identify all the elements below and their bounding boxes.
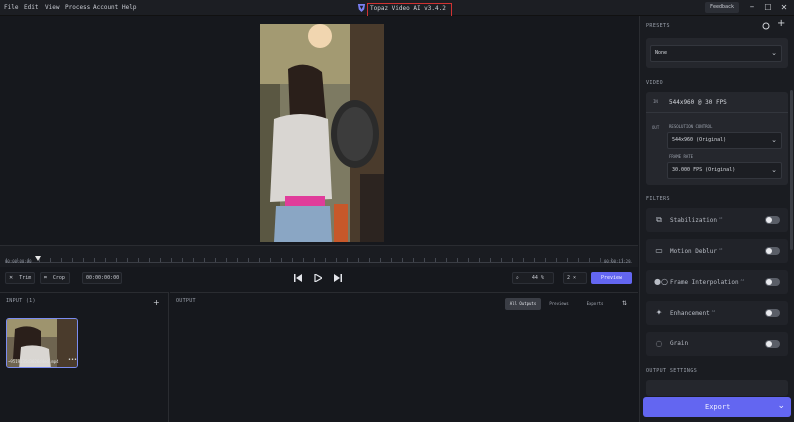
- more-options-icon[interactable]: •••: [68, 357, 77, 363]
- tab-exports[interactable]: Exports: [579, 298, 611, 310]
- grain-toggle[interactable]: [765, 340, 780, 348]
- stabilization-icon: ⧉: [656, 215, 662, 224]
- video-title: VIDEO: [646, 80, 664, 86]
- add-input-button[interactable]: +: [153, 298, 160, 307]
- timeline-start-time: 00:00:00:00: [5, 259, 32, 264]
- playhead-handle[interactable]: [35, 256, 41, 261]
- zoom-select[interactable]: ⌕ 44 %: [512, 272, 554, 284]
- minimize-button[interactable]: –: [745, 1, 759, 14]
- output-settings-title: OUTPUT SETTINGS: [646, 368, 698, 374]
- reset-icon[interactable]: [762, 22, 770, 30]
- menu-process[interactable]: Process: [65, 4, 90, 11]
- export-label: Export: [705, 403, 731, 411]
- timecode-field[interactable]: 00:00:00:00: [82, 272, 122, 284]
- enhancement-icon: ✦: [655, 308, 663, 317]
- app-title: Topaz Video AI v3.4.2: [370, 5, 446, 12]
- presets-title: PRESETS: [646, 23, 670, 29]
- filter-grain[interactable]: ◌ Grain: [646, 332, 788, 356]
- feedback-button[interactable]: Feedback: [705, 2, 739, 13]
- chevron-down-icon: ⌄: [771, 136, 777, 144]
- frame-rate-value: 30.000 FPS (Original): [672, 167, 736, 173]
- preset-select[interactable]: None ⌄: [650, 45, 782, 62]
- trim-button[interactable]: ✕ Trim: [5, 272, 35, 284]
- output-title: OUTPUT: [176, 298, 196, 304]
- out-badge: OUT: [652, 125, 660, 130]
- ai-badge: AI: [711, 309, 716, 313]
- frame-interpolation-icon: ●○: [654, 277, 668, 286]
- timeline-track[interactable]: [6, 262, 632, 263]
- play-icon[interactable]: [314, 274, 322, 282]
- sort-icon[interactable]: ⇅: [622, 300, 627, 307]
- filter-label: Stabilization AI: [670, 216, 723, 224]
- trim-label: Trim: [19, 275, 32, 281]
- speed-select[interactable]: 2 ×: [563, 272, 587, 284]
- video-preview[interactable]: [260, 24, 384, 242]
- filter-stabilization[interactable]: ⧉ Stabilization AI: [646, 208, 788, 232]
- tab-previews[interactable]: Previews: [543, 298, 575, 310]
- filter-name: Enhancement: [670, 310, 710, 317]
- preview-button[interactable]: Preview: [591, 272, 632, 284]
- filters-title: FILTERS: [646, 196, 670, 202]
- divider: [646, 112, 788, 113]
- ai-badge: AI: [718, 247, 723, 251]
- video-frame-image: [260, 24, 384, 242]
- enhancement-toggle[interactable]: [765, 309, 780, 317]
- resolution-control-label: RESOLUTION CONTROL: [669, 124, 713, 129]
- settings-scrollbar[interactable]: [790, 90, 793, 250]
- export-button[interactable]: Export ⌄: [643, 397, 791, 417]
- chevron-down-icon[interactable]: ⌄: [777, 396, 785, 416]
- crop-button[interactable]: ⌗ Crop: [40, 272, 70, 284]
- previous-frame-icon[interactable]: [294, 274, 302, 282]
- app-logo-icon: [357, 3, 366, 13]
- input-title: INPUT (1): [6, 298, 36, 304]
- menu-help[interactable]: Help: [122, 4, 136, 11]
- next-frame-icon[interactable]: [334, 274, 342, 282]
- menu-view[interactable]: View: [45, 4, 59, 11]
- filter-frame-interpolation[interactable]: ●○ Frame Interpolation AI: [646, 270, 788, 294]
- scissors-icon: ✕: [9, 275, 14, 281]
- ai-badge: AI: [740, 278, 745, 282]
- menu-account[interactable]: Account: [93, 4, 118, 11]
- timeline[interactable]: [0, 245, 638, 267]
- zoom-value: 44 %: [531, 275, 544, 281]
- crop-icon: ⌗: [44, 275, 47, 281]
- chevron-down-icon: ⌄: [771, 49, 777, 57]
- filter-name: Frame Interpolation: [670, 279, 739, 286]
- frame-interpolation-toggle[interactable]: [765, 278, 780, 286]
- resolution-select[interactable]: 544x960 (Original) ⌄: [667, 132, 782, 149]
- filter-label: Frame Interpolation AI: [670, 278, 744, 286]
- frame-rate-select[interactable]: 30.000 FPS (Original) ⌄: [667, 162, 782, 179]
- tab-all-outputs[interactable]: All Outputs: [505, 298, 541, 310]
- menu-edit[interactable]: Edit: [24, 4, 38, 11]
- filter-name: Stabilization: [670, 217, 717, 224]
- output-settings-box: [646, 380, 788, 396]
- stabilization-toggle[interactable]: [765, 216, 780, 224]
- filter-name: Grain: [670, 340, 689, 347]
- filter-name: Motion Deblur: [670, 248, 717, 255]
- input-resolution: 544x960 @ 30 FPS: [669, 99, 727, 106]
- frame-rate-label: FRAME RATE: [669, 154, 694, 159]
- zoom-icon: ⌕: [516, 275, 519, 281]
- filter-motion-deblur[interactable]: ▭ Motion Deblur AI: [646, 239, 788, 263]
- timeline-end-time: 00:00:11:29: [604, 259, 631, 264]
- filter-label: Motion Deblur AI: [670, 247, 723, 255]
- chevron-down-icon: ⌄: [771, 166, 777, 174]
- add-preset-button[interactable]: +: [777, 18, 785, 29]
- filter-enhancement[interactable]: ✦ Enhancement AI: [646, 301, 788, 325]
- motion-deblur-icon: ▭: [655, 246, 663, 255]
- filter-label: Grain: [670, 340, 688, 347]
- preset-value: None: [655, 50, 668, 56]
- maximize-button[interactable]: ☐: [761, 1, 775, 14]
- filter-label: Enhancement AI: [670, 309, 715, 317]
- in-badge: IN: [653, 99, 658, 104]
- menu-file[interactable]: File: [4, 4, 18, 11]
- resolution-value: 544x960 (Original): [672, 137, 727, 143]
- grain-icon: ◌: [655, 339, 663, 348]
- ai-badge: AI: [718, 216, 723, 220]
- input-file-name: ~9519135d3026d4ed.mp4: [8, 359, 59, 364]
- crop-label: Crop: [52, 275, 65, 281]
- close-button[interactable]: ✕: [777, 1, 791, 14]
- motion-deblur-toggle[interactable]: [765, 247, 780, 255]
- output-panel: [170, 292, 638, 422]
